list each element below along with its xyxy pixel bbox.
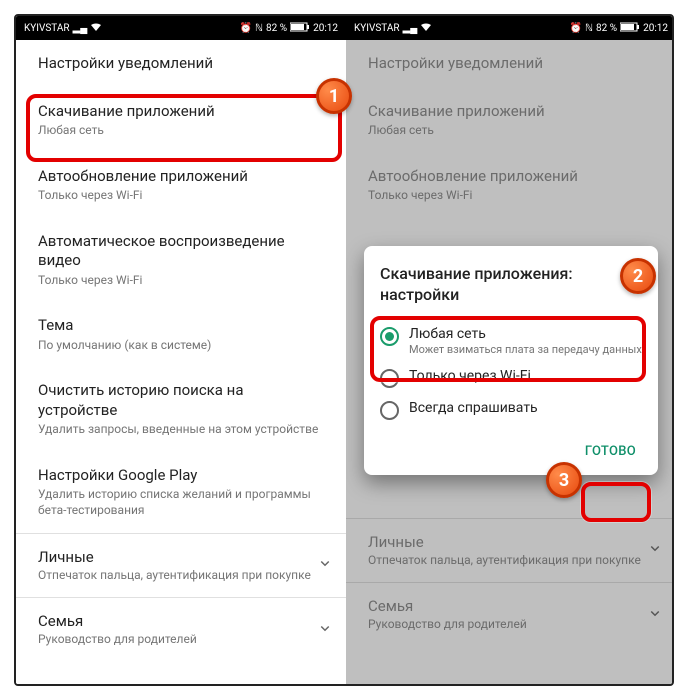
radio-label: Любая сеть	[409, 326, 642, 342]
group-subtitle: Отпечаток пальца, аутентификация при пок…	[368, 553, 646, 569]
battery-icon	[290, 22, 310, 35]
item-subtitle: Любая сеть	[38, 123, 326, 139]
radio-sub: Может взиматься плата за передачу данных	[409, 343, 642, 356]
chevron-down-icon	[316, 619, 334, 641]
radio-label: Всегда спрашивать	[409, 400, 538, 416]
download-settings-dialog: Скачивание приложения: настройки Любая с…	[364, 246, 658, 475]
time-label: 20:12	[643, 23, 668, 34]
status-bar: KYIVSTAR ▂▄ ⏰ ℕ 82 % 20:12	[346, 16, 674, 40]
status-bar: KYIVSTAR ▂▄ ⏰ ℕ 82 % 20:12	[16, 16, 346, 40]
item-title: Настройки уведомлений	[38, 54, 326, 74]
done-button[interactable]: ГОТОВО	[579, 436, 642, 467]
settings-list: Настройки уведомлений Скачивание приложе…	[16, 40, 346, 662]
signal-icon: ▂▄	[403, 23, 418, 34]
item-title: Автоматическое воспроизведение видео	[38, 232, 326, 271]
radio-always-ask[interactable]: Всегда спрашивать	[380, 394, 642, 426]
item-title: Скачивание приложений	[38, 102, 326, 122]
chevron-down-icon	[646, 604, 664, 626]
item-title: Тема	[38, 316, 326, 336]
item-clear-history[interactable]: Очистить историю поиска на устройстве Уд…	[16, 367, 346, 452]
wifi-icon	[90, 22, 102, 35]
radio-any-network[interactable]: Любая сеть Может взиматься плата за пере…	[380, 320, 642, 362]
item-subtitle: Удалить историю списка желаний и програм…	[38, 487, 326, 518]
item-app-download[interactable]: Скачивание приложений Любая сеть	[16, 88, 346, 153]
carrier-label: KYIVSTAR	[354, 23, 400, 34]
item-subtitle: Любая сеть	[368, 123, 656, 139]
battery-label: 82 %	[266, 23, 287, 34]
group-personal[interactable]: Личные Отпечаток пальца, аутентификация …	[16, 533, 346, 598]
item-title: Автообновление приложений	[38, 167, 326, 187]
group-title: Личные	[38, 548, 316, 566]
item-subtitle: Только через Wi-Fi	[38, 188, 326, 204]
group-personal: Личные Отпечаток пальца, аутентификация …	[346, 518, 674, 583]
radio-icon-checked	[380, 327, 399, 346]
item-subtitle: Удалить запросы, введенные на этом устро…	[38, 422, 326, 438]
group-subtitle: Руководство для родителей	[368, 617, 646, 633]
item-subtitle: По умолчанию (как в системе)	[38, 338, 326, 354]
group-subtitle: Отпечаток пальца, аутентификация при пок…	[38, 568, 316, 584]
item-title: Настройки уведомлений	[368, 54, 656, 74]
radio-label: Только через Wi-Fi	[409, 368, 531, 384]
group-family: Семья Руководство для родителей	[346, 582, 674, 647]
dialog-title: Скачивание приложения: настройки	[380, 264, 642, 306]
phone-left: KYIVSTAR ▂▄ ⏰ ℕ 82 % 20:12 Настройки уве…	[16, 16, 346, 686]
item-app-download: Скачивание приложений Любая сеть	[346, 88, 674, 153]
battery-label: 82 %	[596, 23, 617, 34]
nfc-icon: ℕ	[255, 23, 263, 34]
alarm-icon: ⏰	[570, 23, 582, 34]
time-label: 20:12	[313, 23, 338, 34]
group-title: Семья	[368, 597, 646, 615]
group-title: Семья	[38, 612, 316, 630]
item-theme[interactable]: Тема По умолчанию (как в системе)	[16, 302, 346, 367]
wifi-icon	[420, 22, 432, 35]
chevron-down-icon	[316, 554, 334, 576]
item-play-settings[interactable]: Настройки Google Play Удалить историю сп…	[16, 452, 346, 533]
radio-wifi-only[interactable]: Только через Wi-Fi	[380, 362, 642, 394]
item-autoplay-video[interactable]: Автоматическое воспроизведение видео Тол…	[16, 218, 346, 303]
alarm-icon: ⏰	[240, 23, 252, 34]
carrier-label: KYIVSTAR	[24, 23, 70, 34]
signal-icon: ▂▄	[73, 23, 88, 34]
item-notifications[interactable]: Настройки уведомлений	[16, 40, 346, 88]
radio-icon	[380, 369, 399, 388]
nfc-icon: ℕ	[585, 23, 593, 34]
radio-icon	[380, 401, 399, 420]
item-subtitle: Только через Wi-Fi	[38, 273, 326, 289]
item-title: Очистить историю поиска на устройстве	[38, 381, 326, 420]
group-subtitle: Руководство для родителей	[38, 632, 316, 648]
item-auto-update: Автообновление приложений Только через W…	[346, 153, 674, 218]
item-auto-update[interactable]: Автообновление приложений Только через W…	[16, 153, 346, 218]
chevron-down-icon	[646, 539, 664, 561]
item-title: Автообновление приложений	[368, 167, 656, 187]
item-title: Скачивание приложений	[368, 102, 656, 122]
group-title: Личные	[368, 533, 646, 551]
item-subtitle: Только через Wi-Fi	[368, 188, 656, 204]
item-title: Настройки Google Play	[38, 466, 326, 486]
item-notifications: Настройки уведомлений	[346, 40, 674, 88]
group-family[interactable]: Семья Руководство для родителей	[16, 597, 346, 662]
battery-icon	[620, 22, 640, 35]
phone-right: KYIVSTAR ▂▄ ⏰ ℕ 82 % 20:12 Настройки уве…	[346, 16, 674, 686]
